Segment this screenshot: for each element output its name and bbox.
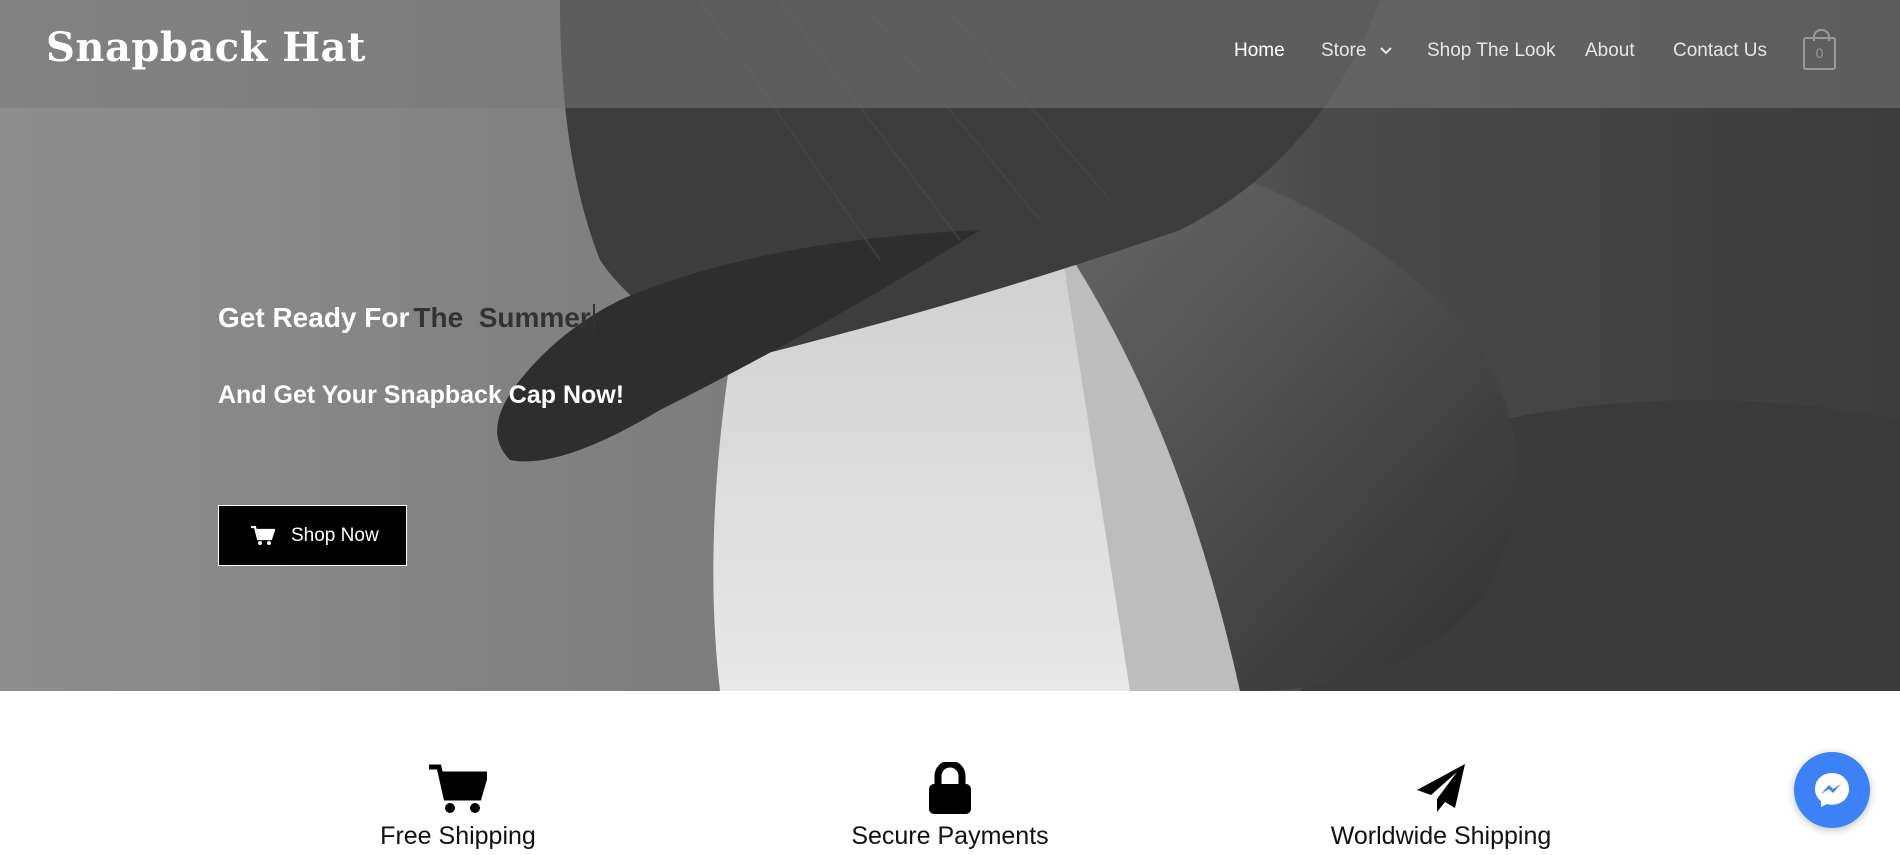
- shopping-cart-icon: [251, 526, 275, 545]
- nav-about[interactable]: About: [1585, 40, 1635, 62]
- hero-subheadline: And Get Your Snapback Cap Now!: [218, 381, 625, 409]
- lock-icon: [929, 762, 971, 814]
- nav-contact-us[interactable]: Contact Us: [1673, 40, 1767, 62]
- shop-now-button[interactable]: Shop Now: [218, 505, 407, 566]
- shopping-cart-icon: [429, 764, 487, 813]
- site-header: Snapback Hat Home Store Shop The Look Ab…: [0, 0, 1900, 108]
- feature-title: Worldwide Shipping: [1330, 822, 1552, 850]
- hero-headline-static: Get Ready For: [218, 302, 410, 333]
- cart-count: 0: [1815, 45, 1824, 61]
- feature-title: Secure Payments: [851, 822, 1049, 850]
- header-cart-button[interactable]: 0: [1803, 29, 1836, 70]
- shop-now-label: Shop Now: [291, 525, 379, 546]
- feature-title: Free Shipping: [380, 822, 536, 850]
- chevron-down-icon: [1379, 47, 1392, 55]
- site-logo[interactable]: Snapback Hat: [46, 24, 366, 71]
- nav-store-label: Store: [1321, 40, 1367, 61]
- hero-headline: Get Ready For The Summer: [218, 302, 595, 334]
- typing-cursor: [592, 304, 595, 332]
- messenger-chat-button[interactable]: [1794, 752, 1870, 828]
- nav-shop-the-look[interactable]: Shop The Look: [1427, 40, 1556, 62]
- feature-worldwide-shipping: Worldwide Shipping: [1261, 760, 1621, 851]
- hero-headline-typed: The Summer: [413, 302, 591, 333]
- paper-plane-icon: [1417, 764, 1465, 812]
- nav-home[interactable]: Home: [1234, 40, 1285, 62]
- nav-store[interactable]: Store: [1321, 40, 1392, 62]
- feature-secure-payments: Secure Payments: [770, 760, 1130, 851]
- feature-free-shipping: Free Shipping: [278, 760, 638, 851]
- messenger-icon: [1815, 773, 1849, 807]
